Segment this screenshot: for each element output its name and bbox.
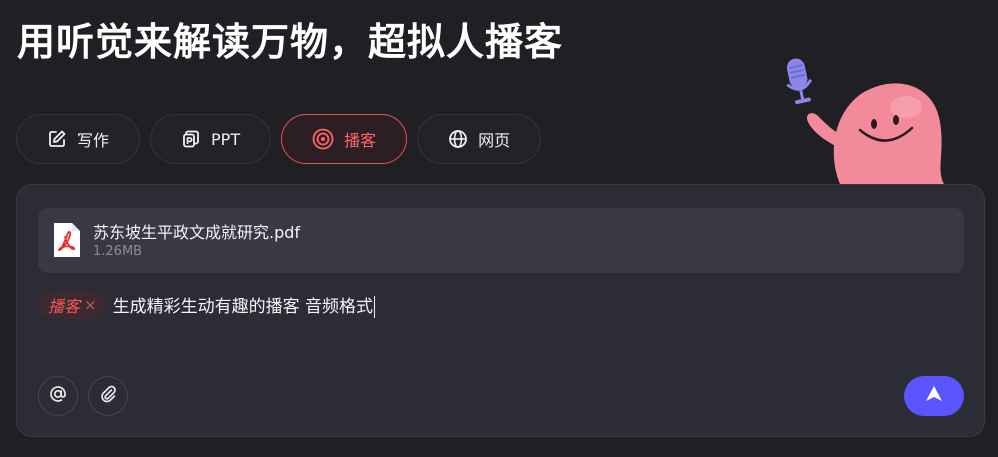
file-size: 1.26MB: [93, 244, 143, 259]
ppt-icon: [181, 129, 201, 149]
podcast-mascot-illustration: [778, 52, 958, 194]
file-name: 苏东坡生平政文成就研究.pdf: [93, 223, 301, 242]
send-arrow-icon: [924, 384, 944, 408]
paperclip-icon: [98, 384, 118, 408]
pdf-file-icon: [52, 221, 82, 259]
text-caret: [374, 296, 375, 318]
attached-file-card[interactable]: 苏东坡生平政文成就研究.pdf 1.26MB: [38, 208, 964, 273]
tab-label: 写作: [77, 131, 110, 150]
prompt-text: 生成精彩生动有趣的播客 音频格式: [113, 292, 375, 318]
mention-button[interactable]: [38, 376, 78, 416]
attach-file-button[interactable]: [88, 376, 128, 416]
tab-label: 网页: [478, 131, 511, 150]
tab-webpage[interactable]: 网页: [417, 114, 542, 164]
tab-writing[interactable]: 写作: [16, 114, 141, 164]
tab-label: PPT: [211, 129, 241, 149]
globe-icon: [448, 129, 468, 149]
close-icon[interactable]: ×: [84, 296, 97, 314]
prompt-input[interactable]: 播客 × 生成精彩生动有趣的播客 音频格式: [38, 291, 375, 319]
tab-podcast[interactable]: 播客: [281, 114, 408, 164]
podcast-icon: [312, 128, 334, 150]
pen-edit-icon: [47, 129, 67, 149]
mode-tabs: 写作 PPT 播客 网页: [16, 114, 542, 164]
at-mention-icon: [48, 384, 68, 408]
send-button[interactable]: [904, 376, 964, 416]
mode-tag-label: 播客: [48, 297, 81, 316]
microphone-icon: [786, 58, 813, 105]
tab-label: 播客: [344, 131, 377, 150]
tab-ppt[interactable]: PPT: [150, 114, 272, 164]
mode-tag-podcast: 播客 ×: [38, 291, 105, 319]
prompt-text-value: 生成精彩生动有趣的播客 音频格式: [112, 297, 373, 317]
page-title: 用听觉来解读万物，超拟人播客: [17, 20, 564, 64]
composer-panel: 苏东坡生平政文成就研究.pdf 1.26MB 播客 × 生成精彩生动有趣的播客 …: [16, 184, 985, 437]
